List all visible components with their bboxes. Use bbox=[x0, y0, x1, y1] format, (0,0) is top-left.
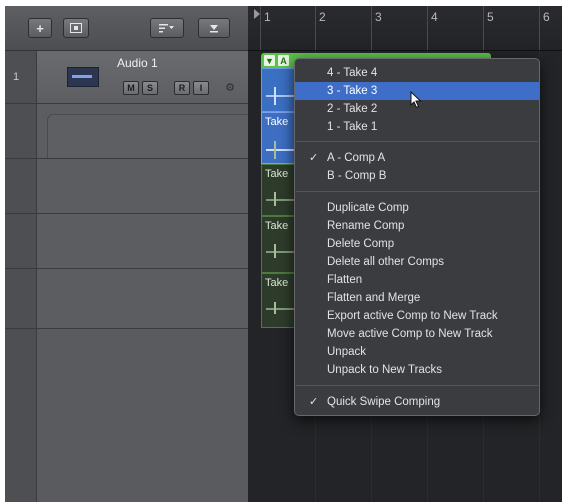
take-number-cell bbox=[5, 104, 36, 159]
menu-item-unpack-to-new-tracks[interactable]: Unpack to New Tracks bbox=[295, 361, 539, 379]
mute-button[interactable]: M bbox=[123, 81, 139, 95]
take-number-cell bbox=[5, 214, 36, 269]
record-enable-button[interactable]: R bbox=[174, 81, 190, 95]
filter-button[interactable] bbox=[150, 18, 184, 38]
track-settings-button[interactable] bbox=[63, 18, 89, 38]
take-lane-header bbox=[37, 269, 248, 329]
bar-ruler[interactable]: 1 2 3 4 5 6 bbox=[248, 6, 562, 51]
track-name[interactable]: Audio 1 bbox=[117, 56, 158, 70]
audio-waveform-icon bbox=[67, 67, 99, 87]
menu-separator bbox=[296, 191, 538, 192]
track-settings-icon bbox=[70, 23, 82, 33]
menu-separator bbox=[296, 385, 538, 386]
track-number-column: 1 bbox=[5, 51, 37, 502]
take-label: Take bbox=[265, 116, 289, 128]
menu-separator bbox=[296, 141, 538, 142]
checkmark-icon: ✓ bbox=[309, 152, 319, 164]
take-label: Take bbox=[265, 277, 289, 289]
down-arrow-icon bbox=[210, 25, 218, 33]
checkmark-icon: ✓ bbox=[309, 396, 319, 408]
bar-number: 6 bbox=[543, 10, 550, 24]
disclosure-triangle-icon[interactable]: ▼ bbox=[264, 55, 275, 66]
bar-number: 2 bbox=[319, 10, 326, 24]
track-header-panel: + 1 Audio 1 M S R I ⚙ bbox=[5, 6, 248, 502]
mouse-pointer-icon bbox=[410, 91, 422, 109]
comp-menu-icon[interactable]: A bbox=[278, 55, 289, 66]
gear-icon[interactable]: ⚙ bbox=[224, 81, 236, 95]
menu-item-unpack[interactable]: Unpack bbox=[295, 343, 539, 361]
solo-button[interactable]: S bbox=[142, 81, 158, 95]
menu-item-flatten-and-merge[interactable]: Flatten and Merge bbox=[295, 289, 539, 307]
menu-item-take-4[interactable]: 4 - Take 4 bbox=[295, 64, 539, 82]
tracks-toolbar: + bbox=[5, 6, 248, 51]
take-folder-context-menu: 4 - Take 4 3 - Take 3 2 - Take 2 1 - Tak… bbox=[294, 58, 540, 416]
track-header-audio-1[interactable]: Audio 1 M S R I ⚙ bbox=[37, 51, 248, 104]
bar-number: 3 bbox=[375, 10, 382, 24]
menu-item-take-1[interactable]: 1 - Take 1 bbox=[295, 118, 539, 136]
add-track-button[interactable]: + bbox=[28, 18, 52, 38]
logic-window: + 1 Audio 1 M S R I ⚙ 1 2 3 4 5 6 ▼ A Ta… bbox=[5, 6, 562, 502]
bar-number: 5 bbox=[487, 10, 494, 24]
take-number-cell bbox=[5, 159, 36, 214]
catch-button[interactable] bbox=[198, 18, 230, 38]
track-header-area: Audio 1 M S R I ⚙ bbox=[37, 51, 248, 502]
menu-item-delete-all-other-comps[interactable]: Delete all other Comps bbox=[295, 253, 539, 271]
bar-number: 4 bbox=[431, 10, 438, 24]
menu-item-move-active-comp[interactable]: Move active Comp to New Track bbox=[295, 325, 539, 343]
plus-icon: + bbox=[36, 20, 44, 36]
take-number-cell bbox=[5, 269, 36, 329]
menu-item-export-active-comp[interactable]: Export active Comp to New Track bbox=[295, 307, 539, 325]
menu-item-flatten[interactable]: Flatten bbox=[295, 271, 539, 289]
take-label: Take bbox=[265, 168, 289, 180]
take-lane-header bbox=[37, 214, 248, 269]
input-monitor-button[interactable]: I bbox=[193, 81, 209, 95]
menu-item-quick-swipe-comping[interactable]: ✓ Quick Swipe Comping bbox=[295, 393, 539, 411]
track-number-cell[interactable]: 1 bbox=[5, 51, 36, 104]
menu-item-comp-b[interactable]: B - Comp B bbox=[295, 167, 539, 185]
track-number: 1 bbox=[13, 71, 20, 83]
take-lane-header bbox=[37, 159, 248, 214]
filter-icon bbox=[159, 24, 174, 33]
menu-item-comp-a[interactable]: ✓ A - Comp A bbox=[295, 149, 539, 167]
menu-item-delete-comp[interactable]: Delete Comp bbox=[295, 235, 539, 253]
menu-item-rename-comp[interactable]: Rename Comp bbox=[295, 217, 539, 235]
take-label: Take bbox=[265, 220, 289, 232]
bar-number: 1 bbox=[264, 10, 271, 24]
take-lane-header bbox=[37, 104, 248, 159]
menu-item-duplicate-comp[interactable]: Duplicate Comp bbox=[295, 199, 539, 217]
